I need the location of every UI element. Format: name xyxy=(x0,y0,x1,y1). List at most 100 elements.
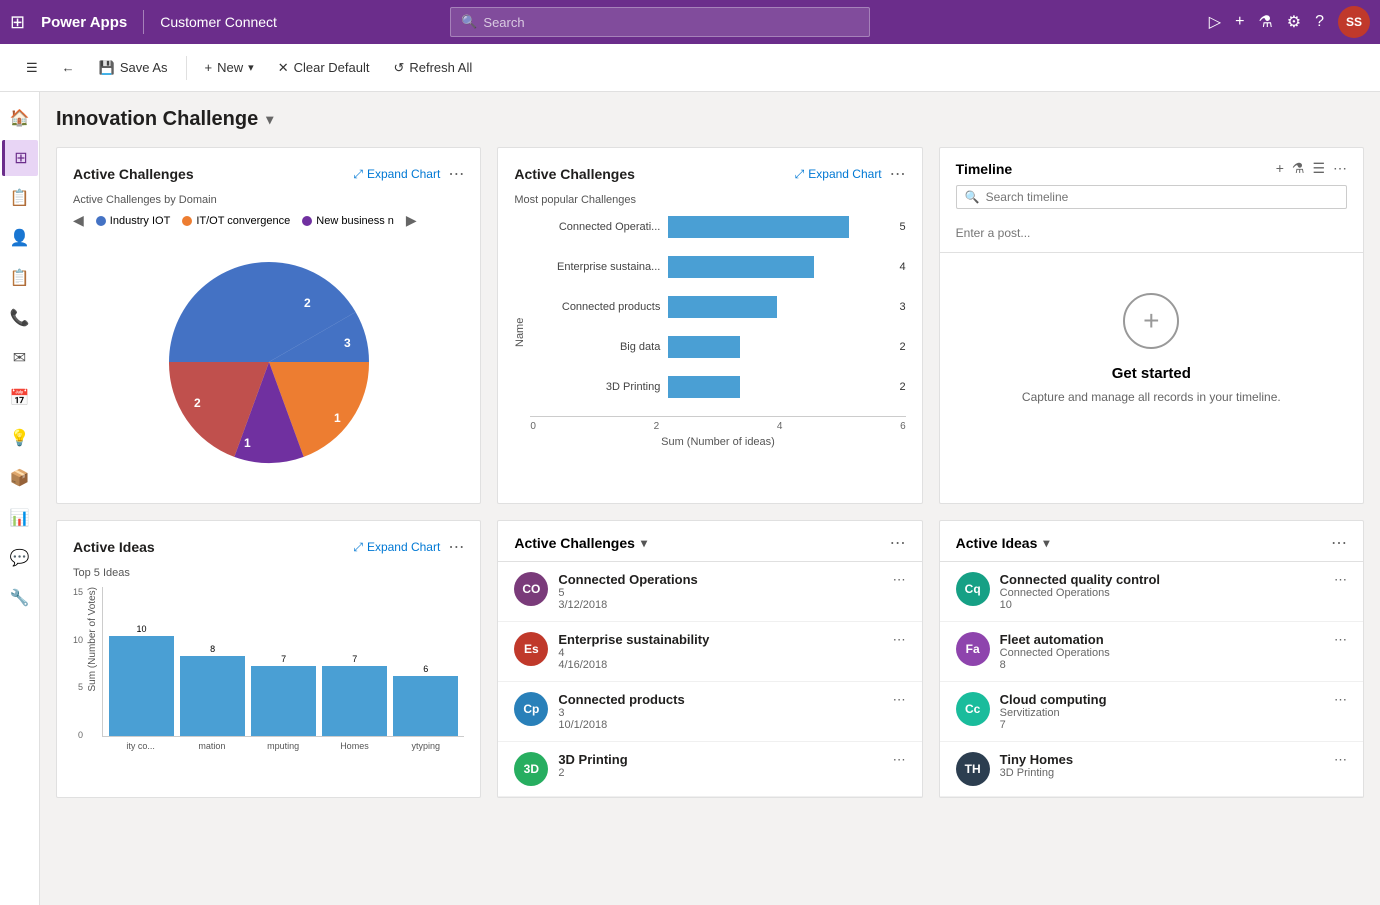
list2-meta-1: Connected Operations 10 xyxy=(1000,587,1324,611)
list-more-3[interactable]: ⋯ xyxy=(893,692,906,708)
list-more-4[interactable]: ⋯ xyxy=(893,752,906,768)
list2-meta-4: 3D Printing xyxy=(1000,767,1324,779)
list2-title-area: Active Ideas ▾ xyxy=(956,535,1050,551)
vbar-val-3: 7 xyxy=(281,654,286,664)
back-button[interactable]: ← xyxy=(52,54,85,81)
new-dropdown-icon[interactable]: ▾ xyxy=(248,61,254,74)
save-as-button[interactable]: 💾 Save As xyxy=(89,54,178,82)
menu-toggle-button[interactable]: ☰ xyxy=(16,54,48,82)
help-icon[interactable]: ? xyxy=(1315,13,1324,31)
global-search[interactable]: 🔍 xyxy=(450,7,870,37)
bar-label-5: 3D Printing xyxy=(530,381,660,393)
bar-track-5 xyxy=(668,376,885,398)
vert-bars: 10 8 7 7 xyxy=(102,587,464,737)
sidebar-item-contacts[interactable]: 👤 xyxy=(2,220,38,256)
list2-more-4[interactable]: ⋯ xyxy=(1334,752,1347,768)
clear-default-button[interactable]: ✕ Clear Default xyxy=(268,54,380,82)
expand-chart-1-button[interactable]: ⤢ Expand Chart xyxy=(353,167,440,182)
refresh-all-button[interactable]: ↺ Refresh All xyxy=(383,54,482,82)
legend-next[interactable]: ▶ xyxy=(406,212,417,229)
timeline-more-button[interactable]: ⋯ xyxy=(1333,160,1347,177)
list-item: CO Connected Operations 5 3/12/2018 ⋯ xyxy=(498,562,921,622)
sidebar-item-mail[interactable]: ✉ xyxy=(2,340,38,376)
list2-title: Active Ideas xyxy=(956,535,1038,551)
expand2-icon: ⤢ xyxy=(795,167,805,182)
sidebar-item-phone[interactable]: 📞 xyxy=(2,300,38,336)
list2-title-3: Cloud computing xyxy=(1000,692,1324,707)
card1-more-button[interactable]: ⋯ xyxy=(448,164,464,184)
card3-subtitle: Top 5 Ideas xyxy=(73,567,464,579)
sidebar-item-home[interactable]: 🏠 xyxy=(2,100,38,136)
sidebar-item-ideas[interactable]: 💡 xyxy=(2,420,38,456)
list-content-3: Connected products 3 10/1/2018 xyxy=(558,692,882,731)
nav-divider xyxy=(143,10,144,34)
list1-more-button[interactable]: ⋯ xyxy=(890,533,906,553)
timeline-sort-button[interactable]: ☰ xyxy=(1312,160,1325,177)
search-input[interactable] xyxy=(483,15,859,30)
settings-icon[interactable]: ⚙ xyxy=(1287,12,1301,32)
timeline-post-area[interactable] xyxy=(940,217,1363,253)
list-item: TH Tiny Homes 3D Printing ⋯ xyxy=(940,742,1363,797)
sidebar-item-settings[interactable]: 🔧 xyxy=(2,580,38,616)
list-more-1[interactable]: ⋯ xyxy=(893,572,906,588)
page-title-dropdown[interactable]: ▾ xyxy=(266,111,273,128)
list2-more-2[interactable]: ⋯ xyxy=(1334,632,1347,648)
list-content-4: 3D Printing 2 xyxy=(558,752,882,779)
expand-chart-2-button[interactable]: ⤢ Expand Chart xyxy=(795,167,882,182)
list2-more-button[interactable]: ⋯ xyxy=(1331,533,1347,553)
list2-title-1: Connected quality control xyxy=(1000,572,1324,587)
timeline-search-input[interactable] xyxy=(986,190,1338,204)
sidebar-item-records[interactable]: 📋 xyxy=(2,180,38,216)
page-title: Innovation Challenge xyxy=(56,108,258,131)
vbar-col-2: 8 xyxy=(180,644,245,736)
list2-avatar-4: TH xyxy=(956,752,990,786)
list-item: Es Enterprise sustainability 4 4/16/2018… xyxy=(498,622,921,682)
timeline-plus-button[interactable]: + xyxy=(1123,293,1179,349)
list2-more-1[interactable]: ⋯ xyxy=(1334,572,1347,588)
timeline-search[interactable]: 🔍 xyxy=(956,185,1347,209)
list2-scroll[interactable]: Cq Connected quality control Connected O… xyxy=(940,562,1363,797)
y-axis-ticks: 15 10 5 0 xyxy=(73,587,83,742)
list2-dropdown[interactable]: ▾ xyxy=(1043,536,1049,550)
sidebar-item-activities[interactable]: 📋 xyxy=(2,260,38,296)
user-avatar[interactable]: SS xyxy=(1338,6,1370,38)
sidebar-item-packages[interactable]: 📦 xyxy=(2,460,38,496)
x-label-1: ity co... xyxy=(108,741,173,751)
sidebar-item-chat[interactable]: 💬 xyxy=(2,540,38,576)
list2-title-4: Tiny Homes xyxy=(1000,752,1324,767)
list1-dropdown[interactable]: ▾ xyxy=(641,536,647,550)
sidebar-item-reports[interactable]: 📊 xyxy=(2,500,38,536)
vbar-col-1: 10 xyxy=(109,624,174,736)
bottom-grid: Active Ideas ⤢ Expand Chart ⋯ Top 5 Idea… xyxy=(56,520,1364,798)
timeline-filter-button[interactable]: ⚗ xyxy=(1292,160,1305,177)
pie-label-3: 1 xyxy=(334,411,341,425)
clear-icon: ✕ xyxy=(278,60,289,76)
sidebar-item-dashboard[interactable]: ⊞ xyxy=(2,140,38,176)
timeline-post-input[interactable] xyxy=(956,226,1347,240)
bar-label-3: Connected products xyxy=(530,301,660,313)
list1-scroll[interactable]: CO Connected Operations 5 3/12/2018 ⋯ Es xyxy=(498,562,921,797)
list-more-2[interactable]: ⋯ xyxy=(893,632,906,648)
sidebar-item-calendar[interactable]: 📅 xyxy=(2,380,38,416)
play-icon[interactable]: ▷ xyxy=(1209,12,1221,32)
main-content: Innovation Challenge ▾ Active Challenges… xyxy=(40,92,1380,905)
list-item: 3D 3D Printing 2 ⋯ xyxy=(498,742,921,797)
timeline-card: Timeline + ⚗ ☰ ⋯ 🔍 + Ge xyxy=(939,147,1364,504)
new-button[interactable]: + New ▾ xyxy=(195,54,264,81)
filter-icon[interactable]: ⚗ xyxy=(1258,12,1272,32)
bar-label-4: Big data xyxy=(530,341,660,353)
pie-svg: 2 3 1 1 2 xyxy=(159,252,379,472)
card3-more-button[interactable]: ⋯ xyxy=(448,537,464,557)
expand-chart-3-button[interactable]: ⤢ Expand Chart xyxy=(353,540,440,555)
legend-prev[interactable]: ◀ xyxy=(73,212,84,229)
card2-more-button[interactable]: ⋯ xyxy=(890,164,906,184)
list2-more-3[interactable]: ⋯ xyxy=(1334,692,1347,708)
grid-icon[interactable]: ⊞ xyxy=(10,12,25,33)
timeline-add-button[interactable]: + xyxy=(1276,160,1284,177)
plus-icon[interactable]: + xyxy=(1235,13,1244,31)
bar-track-2 xyxy=(668,256,885,278)
x-axis-label: Sum (Number of ideas) xyxy=(530,436,905,448)
vbar-fill-4 xyxy=(322,666,387,736)
list1-title: Active Challenges xyxy=(514,535,635,551)
chart1-legend: ◀ Industry IOT IT/OT convergence New bus… xyxy=(73,212,464,229)
